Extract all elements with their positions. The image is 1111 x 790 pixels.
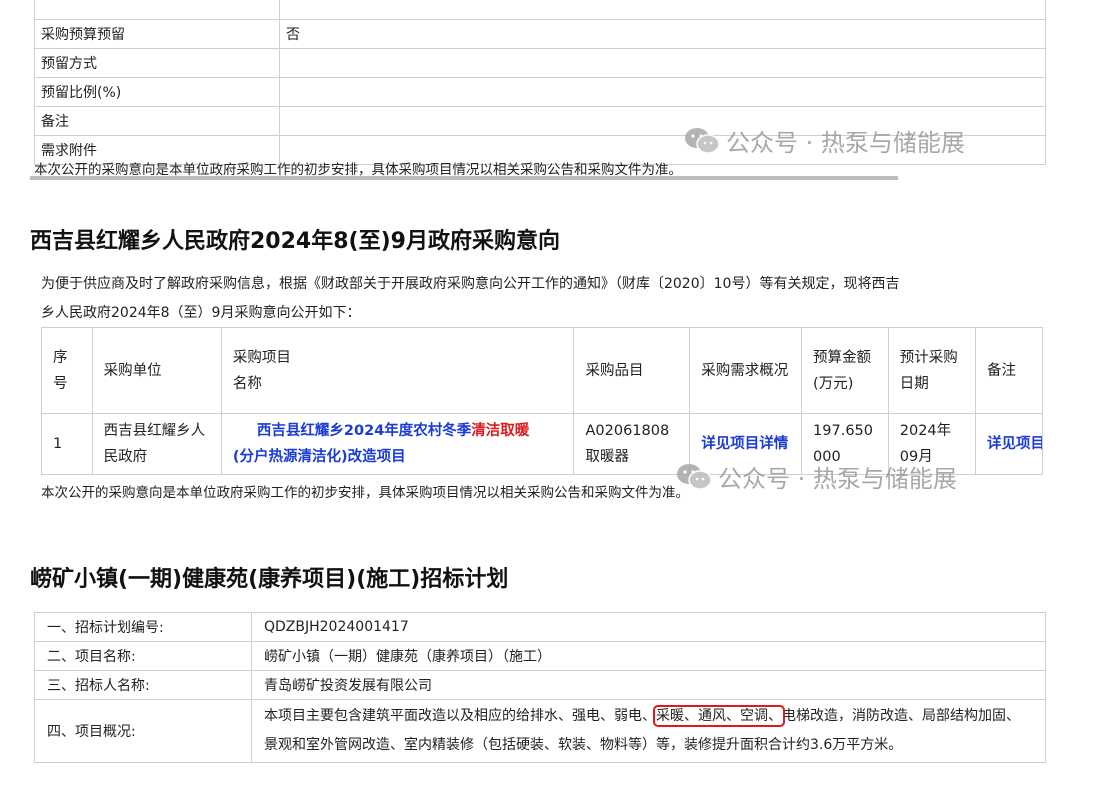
header-budget: 预算金额(万元) — [801, 327, 889, 414]
section-title: 崂矿小镇(一期)健康苑(康养项目)(施工)招标计划 — [30, 567, 509, 592]
table-row — [34, 0, 1046, 20]
table-row: 预留方式 — [34, 48, 1046, 78]
row-label: 一、招标计划编号: — [34, 612, 252, 642]
table-row: 采购预算预留 否 — [34, 19, 1046, 49]
row-label: 三、招标人名称: — [34, 670, 252, 700]
header-project-line2: 名称 — [232, 375, 262, 392]
item-code: A02061808 — [585, 423, 670, 439]
header-need: 采购需求概况 — [689, 327, 803, 414]
row-label: 备注 — [34, 106, 280, 136]
row-value — [279, 0, 1046, 20]
project-link[interactable]: 西吉县红耀乡2024年度农村冬季 — [257, 423, 471, 439]
row-value: QDZBJH2024001417 — [251, 612, 1046, 642]
procurement-intent-table: 序号 采购单位 采购项目 名称 采购品目 采购需求概况 预算金额(万元) 预计采… — [41, 327, 1043, 475]
header-remark: 备注 — [975, 327, 1043, 414]
highlighted-hvac-text: 采暖、通风、空调、 — [653, 705, 785, 727]
row-value — [279, 77, 1046, 107]
header-no: 序号 — [41, 327, 93, 414]
intro-text-line2: 乡人民政府2024年8（至）9月采购意向公开如下： — [41, 305, 361, 321]
project-link-cont[interactable]: (分户热源清洁化)改造项目 — [233, 449, 406, 465]
row-label — [34, 0, 280, 20]
remark-detail-link[interactable]: 详见项目详情 — [975, 413, 1043, 475]
row-label: 预留方式 — [34, 48, 280, 78]
table-row: 一、招标计划编号: QDZBJH2024001417 — [34, 612, 1046, 642]
table-header-row: 序号 采购单位 采购项目 名称 采购品目 采购需求概况 预算金额(万元) 预计采… — [41, 327, 1043, 414]
table-row: 四、项目概况: 本项目主要包含建筑平面改造以及相应的给排水、强电、弱电、采暖、通… — [34, 699, 1046, 763]
header-unit: 采购单位 — [91, 327, 222, 414]
row-value: 崂矿小镇（一期）健康苑（康养项目）（施工） — [251, 641, 1046, 671]
overview-text: 本项目主要包含建筑平面改造以及相应的给排水、强电、弱电、 — [264, 708, 656, 724]
cell-item: A02061808 取暖器 — [573, 413, 691, 475]
cell-unit: 西吉县红耀乡人民政府 — [91, 413, 222, 475]
intro-text-line1: 为便于供应商及时了解政府采购信息，根据《财政部关于开展政府采购意向公开工作的通知… — [41, 276, 900, 292]
row-value: 否 — [279, 19, 1046, 49]
table-row: 预留比例(%) — [34, 77, 1046, 107]
row-value: 青岛崂矿投资发展有限公司 — [251, 670, 1046, 700]
disclaimer-note: 本次公开的采购意向是本单位政府采购工作的初步安排，具体采购项目情况以相关采购公告… — [41, 485, 689, 501]
row-label: 预留比例(%) — [34, 77, 280, 107]
wechat-icon — [685, 127, 720, 154]
wechat-icon — [677, 463, 712, 490]
watermark-text: 公众号 · 热泵与储能展 — [726, 129, 965, 157]
row-label: 四、项目概况: — [34, 699, 252, 763]
cell-no: 1 — [41, 413, 93, 475]
header-project: 采购项目 名称 — [220, 327, 575, 414]
project-link-highlight[interactable]: 清洁取暖 — [471, 423, 529, 439]
header-project-line1: 采购项目 — [232, 349, 291, 366]
watermark-text: 公众号 · 热泵与储能展 — [718, 465, 957, 493]
cell-project: 西吉县红耀乡2024年度农村冬季清洁取暖 (分户热源清洁化)改造项目 — [220, 413, 575, 475]
watermark: 公众号 · 热泵与储能展 — [684, 123, 965, 158]
tender-plan-table: 一、招标计划编号: QDZBJH2024001417 二、项目名称: 崂矿小镇（… — [34, 612, 1046, 763]
row-label: 二、项目名称: — [34, 641, 252, 671]
row-value — [279, 48, 1046, 78]
header-item: 采购品目 — [573, 327, 691, 414]
table-row: 二、项目名称: 崂矿小镇（一期）健康苑（康养项目）（施工） — [34, 641, 1046, 671]
header-date: 预计采购日期 — [887, 327, 977, 414]
divider — [30, 176, 898, 180]
item-name: 取暖器 — [585, 449, 629, 465]
row-label: 采购预算预留 — [34, 19, 280, 49]
watermark: 公众号 · 热泵与储能展 — [676, 459, 957, 494]
section-title: 西吉县红耀乡人民政府2024年8(至)9月政府采购意向 — [30, 229, 560, 254]
table-row: 三、招标人名称: 青岛崂矿投资发展有限公司 — [34, 670, 1046, 700]
project-overview: 本项目主要包含建筑平面改造以及相应的给排水、强电、弱电、采暖、通风、空调、电梯改… — [251, 699, 1046, 763]
disclaimer-note: 本次公开的采购意向是本单位政府采购工作的初步安排，具体采购项目情况以相关采购公告… — [34, 162, 682, 178]
